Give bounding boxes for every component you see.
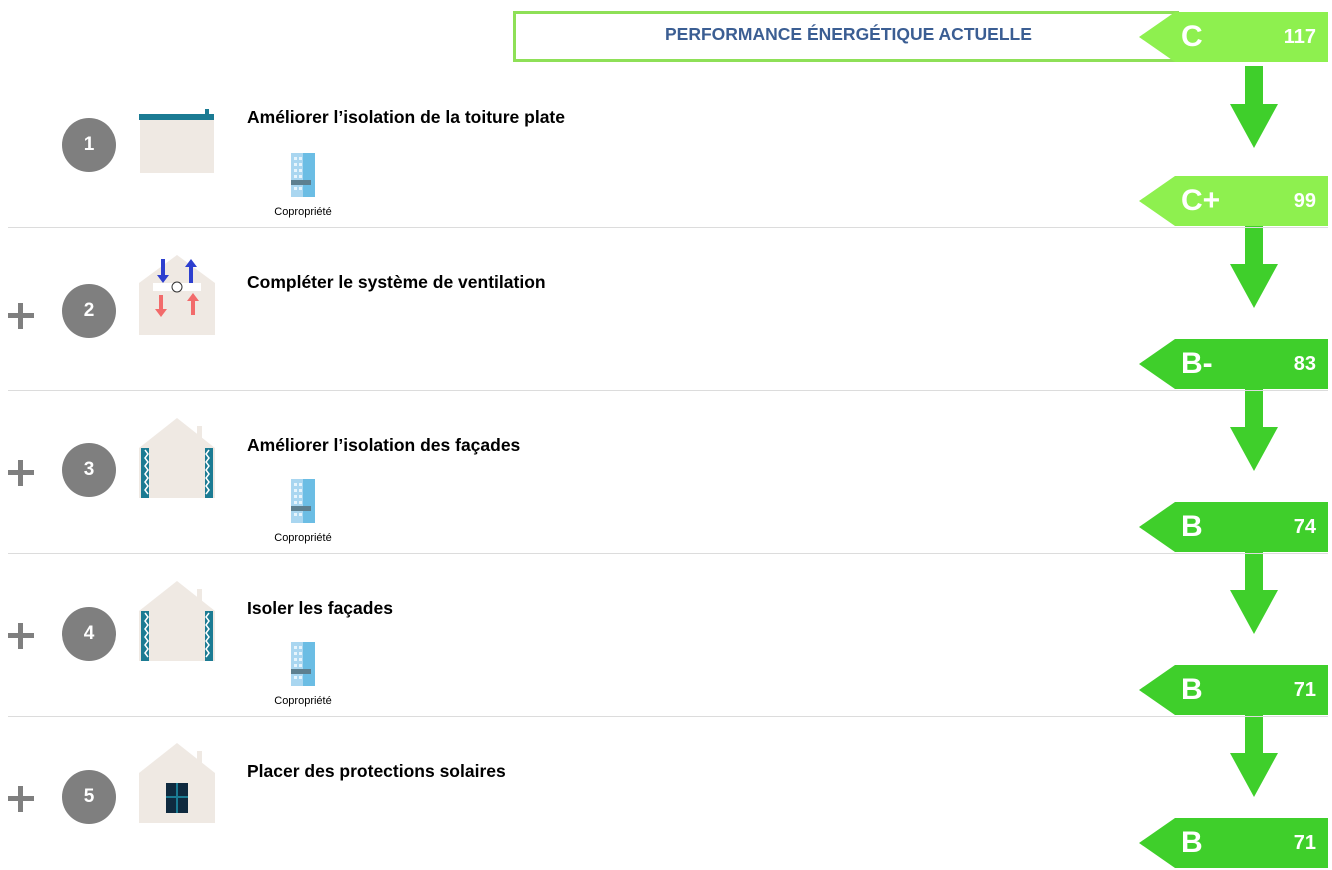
flat-roof-icon bbox=[139, 109, 214, 173]
down-arrow-icon bbox=[1230, 389, 1278, 471]
measure-title: Isoler les façades bbox=[247, 598, 393, 618]
down-arrow-icon bbox=[1230, 552, 1278, 634]
down-arrow-icon bbox=[1230, 66, 1278, 148]
row-divider bbox=[8, 390, 1328, 391]
facade-insulation-icon bbox=[139, 418, 215, 498]
result-energy-badge: B 71 bbox=[1139, 665, 1328, 715]
copropriete-tag: Copropriété bbox=[258, 151, 348, 218]
step-number-badge: 5 bbox=[62, 770, 116, 824]
energy-value: 71 bbox=[1293, 832, 1316, 854]
energy-value: 71 bbox=[1293, 679, 1316, 701]
tag-label: Copropriété bbox=[274, 532, 332, 544]
energy-class: B- bbox=[1181, 347, 1213, 380]
result-energy-badge: B- 83 bbox=[1139, 339, 1328, 389]
energy-class: C+ bbox=[1181, 184, 1221, 217]
ventilation-icon bbox=[139, 255, 215, 335]
measure-title: Améliorer l’isolation des façades bbox=[247, 435, 521, 455]
down-arrow-icon bbox=[1230, 715, 1278, 797]
current-performance-label: PERFORMANCE ÉNERGÉTIQUE ACTUELLE bbox=[665, 24, 1032, 44]
step-number-badge: 3 bbox=[62, 443, 116, 497]
building-icon bbox=[291, 153, 315, 197]
row-divider bbox=[8, 227, 1328, 228]
row-divider bbox=[8, 553, 1328, 554]
plus-icon bbox=[8, 303, 34, 329]
energy-class: B bbox=[1181, 510, 1203, 543]
building-icon bbox=[291, 479, 315, 523]
plus-icon bbox=[8, 786, 34, 812]
plus-icon bbox=[8, 623, 34, 649]
step-number-badge: 2 bbox=[62, 284, 116, 338]
energy-value: 74 bbox=[1293, 516, 1316, 538]
measure-title: Compléter le système de ventilation bbox=[247, 272, 546, 292]
step-number-badge: 1 bbox=[62, 118, 116, 172]
energy-value: 83 bbox=[1293, 353, 1316, 375]
measure-title: Améliorer l’isolation de la toiture plat… bbox=[247, 107, 565, 127]
building-icon bbox=[291, 642, 315, 686]
step-number-badge: 4 bbox=[62, 607, 116, 661]
measure-title: Placer des protections solaires bbox=[247, 761, 506, 781]
result-energy-badge: B 71 bbox=[1139, 818, 1328, 868]
row-divider bbox=[8, 716, 1328, 717]
energy-class: B bbox=[1181, 673, 1203, 706]
result-energy-badge: C+ 99 bbox=[1139, 176, 1328, 226]
current-energy-badge: C 117 bbox=[1139, 12, 1328, 62]
window-shading-icon bbox=[139, 743, 215, 823]
energy-value: 99 bbox=[1293, 190, 1316, 212]
down-arrow-icon bbox=[1230, 226, 1278, 308]
result-energy-badge: B 74 bbox=[1139, 502, 1328, 552]
plus-icon bbox=[8, 460, 34, 486]
energy-class: B bbox=[1181, 826, 1203, 859]
facade-insulation-icon bbox=[139, 581, 215, 661]
energy-value: 117 bbox=[1283, 26, 1316, 48]
energy-class: C bbox=[1181, 20, 1203, 53]
copropriete-tag: Copropriété bbox=[258, 640, 348, 707]
tag-label: Copropriété bbox=[274, 206, 332, 218]
tag-label: Copropriété bbox=[274, 695, 332, 707]
copropriete-tag: Copropriété bbox=[258, 477, 348, 544]
